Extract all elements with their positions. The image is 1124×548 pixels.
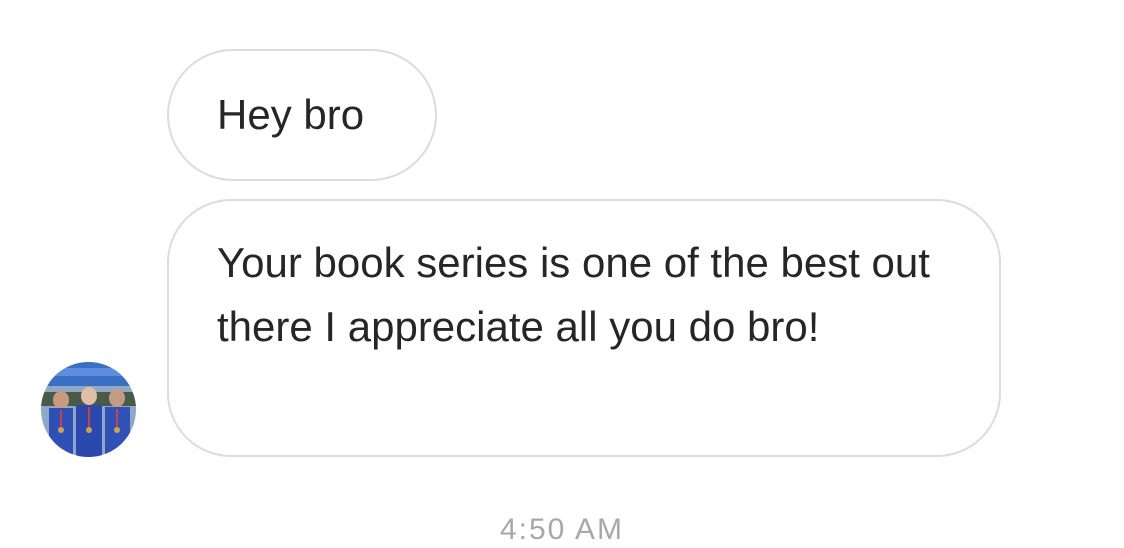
message-bubble-hey-bro[interactable]: Hey bro xyxy=(167,49,437,181)
message-timestamp: 4:50 AM xyxy=(499,513,625,546)
message-bubble-book-series[interactable]: Your book series is one of the best out … xyxy=(167,199,1001,457)
avatar-photo-icon xyxy=(41,362,136,457)
message-thread: Hey bro Your book series is one of the b… xyxy=(0,0,1124,546)
message-text: Hey bro xyxy=(217,91,365,138)
avatar[interactable] xyxy=(41,362,136,457)
message-text: Your book series is one of the best out … xyxy=(217,239,930,350)
